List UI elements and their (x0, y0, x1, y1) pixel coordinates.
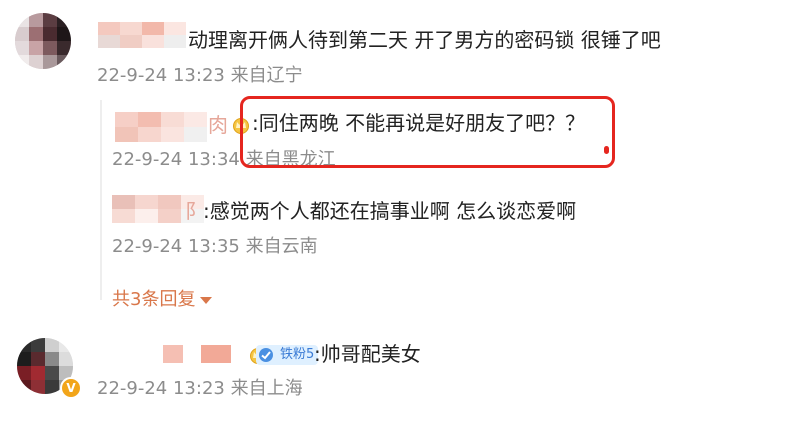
username-censored[interactable] (163, 345, 231, 363)
username-censored[interactable] (98, 22, 186, 48)
verified-badge-icon: V (60, 377, 82, 399)
thread-divider (100, 100, 102, 300)
comment-text: :帅哥配美女 (314, 342, 421, 366)
comment-text: 动理离开俩人待到第二天 开了男方的密码锁 很锤了吧 (188, 28, 661, 52)
caret-down-icon (200, 296, 213, 304)
reply-name-fragment[interactable]: 肉 (208, 112, 228, 138)
reply-text: :感觉两个人都还在搞事业啊 怎么谈恋爱啊 (203, 199, 577, 223)
reply-username-censored[interactable] (115, 112, 207, 142)
reply-name-fragment[interactable]: 阝 (185, 198, 205, 224)
highlight-box (240, 96, 615, 168)
comment-meta: 22-9-24 13:23 来自辽宁 (97, 65, 303, 86)
highlight-dot (604, 146, 609, 154)
avatar[interactable] (15, 13, 71, 69)
reply-meta: 22-9-24 13:35 来自云南 (112, 236, 318, 257)
fan-badge-icon (258, 347, 274, 363)
expand-replies-button[interactable]: 共3条回复 (112, 285, 213, 311)
comment-meta: 22-9-24 13:23 来自上海 (97, 378, 303, 399)
